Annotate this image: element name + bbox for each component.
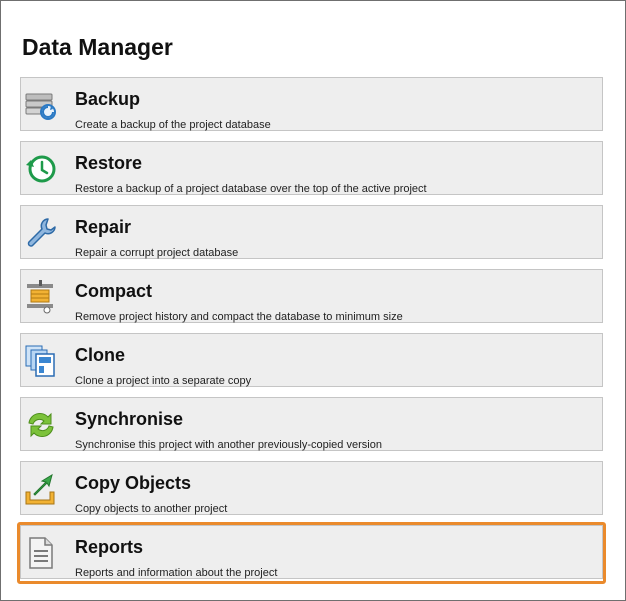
database-backup-icon [24, 88, 58, 122]
clone-copies-icon [24, 344, 58, 378]
sync-arrows-icon [24, 408, 58, 442]
restore-label: Restore [75, 153, 143, 173]
report-document-icon [24, 536, 58, 570]
synchronise-label: Synchronise [75, 409, 184, 429]
reports-button[interactable]: Reports Reports and information about th… [20, 525, 603, 579]
restore-description: Restore a backup of a project database o… [75, 183, 427, 195]
copy-objects-button[interactable]: Copy Objects Copy objects to another pro… [20, 461, 603, 515]
clone-label: Clone [75, 345, 126, 365]
clone-description: Clone a project into a separate copy [75, 375, 252, 387]
repair-button[interactable]: Repair Repair a corrupt project database [20, 205, 603, 259]
copy-objects-label: Copy Objects [75, 473, 192, 493]
synchronise-button[interactable]: Synchronise Synchronise this project wit… [20, 397, 603, 451]
compact-button[interactable]: Compact Remove project history and compa… [20, 269, 603, 323]
compact-description: Remove project history and compact the d… [75, 311, 403, 323]
clone-button[interactable]: Clone Clone a project into a separate co… [20, 333, 603, 387]
backup-button[interactable]: Backup Create a backup of the project da… [20, 77, 603, 131]
compact-label: Compact [75, 281, 153, 301]
reports-description: Reports and information about the projec… [75, 567, 278, 579]
reports-label: Reports [75, 537, 144, 557]
wrench-icon [24, 216, 58, 250]
backup-description: Create a backup of the project database [75, 119, 271, 131]
repair-label: Repair [75, 217, 132, 237]
repair-description: Repair a corrupt project database [75, 247, 239, 259]
backup-label: Backup [75, 89, 141, 109]
copy-export-icon [24, 472, 58, 506]
data-manager-window: Data Manager Backup Create a backup of t… [0, 0, 626, 601]
copy-objects-description: Copy objects to another project [75, 503, 228, 515]
page-title: Data Manager [22, 34, 173, 60]
restore-clock-icon [24, 152, 58, 186]
compact-clamp-icon [24, 280, 58, 314]
restore-button[interactable]: Restore Restore a backup of a project da… [20, 141, 603, 195]
synchronise-description: Synchronise this project with another pr… [75, 439, 382, 451]
